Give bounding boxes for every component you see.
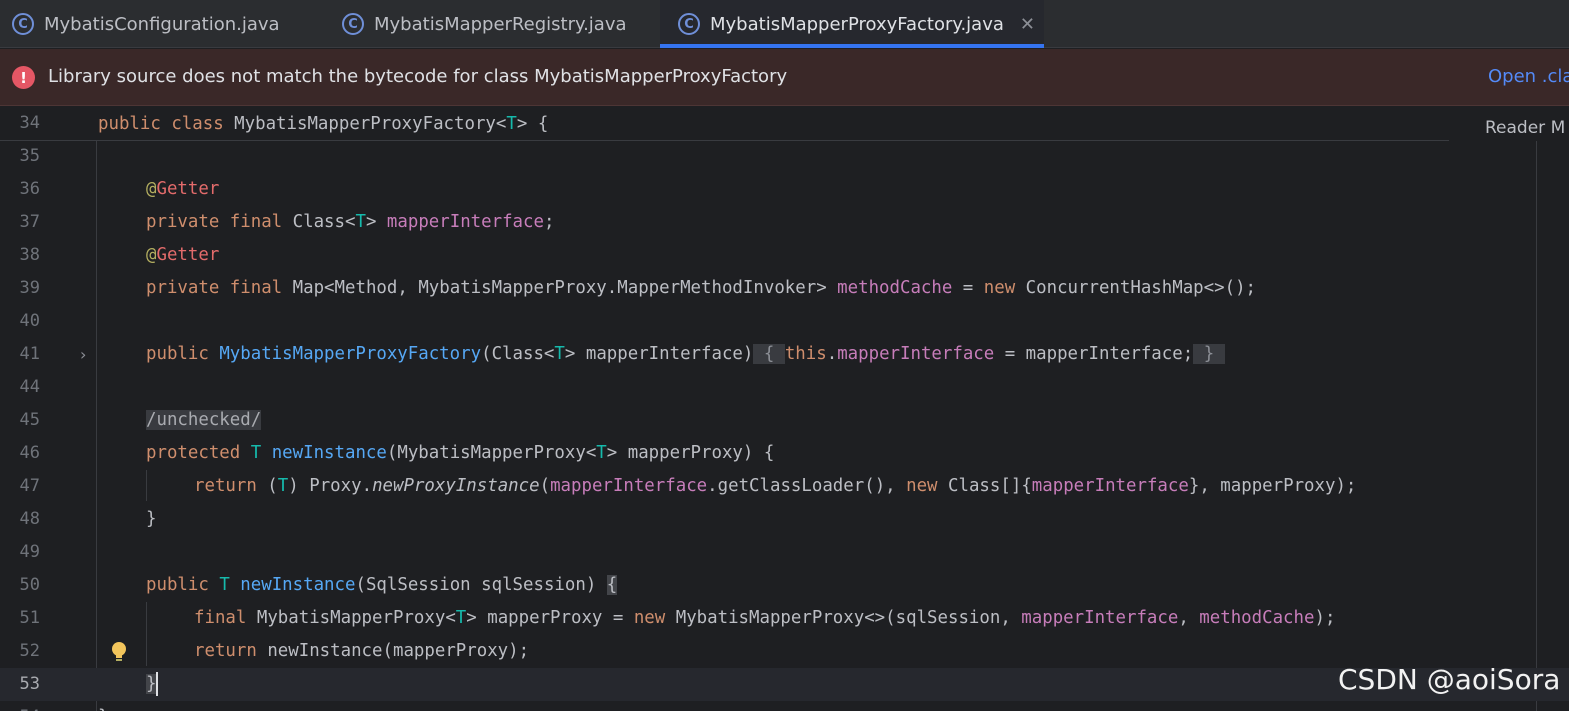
open-class-link[interactable]: Open .cla xyxy=(1488,66,1569,87)
code-text: public T newInstance(SqlSession sqlSessi… xyxy=(146,575,618,595)
code-text: } xyxy=(146,509,157,529)
line-number: 47 xyxy=(19,476,40,496)
line-number: 53 xyxy=(19,674,40,694)
code-line-38: 38 @Getter xyxy=(0,239,1569,272)
code-text: protected T newInstance(MybatisMapperPro… xyxy=(146,443,775,463)
code-line-44: 44 xyxy=(0,371,1569,404)
folded-comment: /unchecked/ xyxy=(146,410,262,430)
line-number: 48 xyxy=(19,509,40,529)
code-line-52: 52 return newInstance(mapperProxy); xyxy=(0,635,1569,668)
code-line-39: 39 private final Map<Method, MybatisMapp… xyxy=(0,272,1569,305)
banner-message: Library source does not match the byteco… xyxy=(48,66,788,87)
expand-fold-icon[interactable]: › xyxy=(80,338,86,371)
tab-mybatis-configuration[interactable]: C MybatisConfiguration.java xyxy=(0,0,330,48)
class-icon: C xyxy=(12,13,34,35)
code-editor[interactable]: 34 public class MybatisMapperProxyFactor… xyxy=(0,107,1569,711)
code-text: return (T) Proxy.newProxyInstance(mapper… xyxy=(194,476,1357,496)
code-line-40: 40 xyxy=(0,305,1569,338)
error-icon: ! xyxy=(12,66,35,89)
code-line-35: 35 xyxy=(0,140,1569,173)
code-line-54: 54 } xyxy=(0,701,1569,711)
class-icon: C xyxy=(678,13,700,35)
code-line-49: 49 xyxy=(0,536,1569,569)
class-icon: C xyxy=(342,13,364,35)
code-line-45: 45 /unchecked/ xyxy=(0,404,1569,437)
code-line-48: 48 } xyxy=(0,503,1569,536)
line-number: 38 xyxy=(19,245,40,265)
line-number: 49 xyxy=(19,542,40,562)
tab-mybatis-mapper-registry[interactable]: C MybatisMapperRegistry.java xyxy=(330,0,660,48)
line-number: 36 xyxy=(19,179,40,199)
watermark: CSDN @aoiSora xyxy=(1338,663,1561,696)
code-line-50: 50 public T newInstance(SqlSession sqlSe… xyxy=(0,569,1569,602)
code-text: } xyxy=(98,701,108,711)
code-text: @Getter xyxy=(146,179,220,199)
sticky-header-line: 34 public class MybatisMapperProxyFactor… xyxy=(0,107,1449,141)
code-text: public MybatisMapperProxyFactory(Class<T… xyxy=(146,344,1225,364)
close-icon[interactable]: ✕ xyxy=(1020,14,1035,35)
editor-tab-bar: C MybatisConfiguration.java C MybatisMap… xyxy=(0,0,1569,48)
code-text: @Getter xyxy=(146,245,220,265)
code-line-37: 37 private final Class<T> mapperInterfac… xyxy=(0,206,1569,239)
line-number: 41 xyxy=(19,344,40,364)
code-line-46: 46 protected T newInstance(MybatisMapper… xyxy=(0,437,1569,470)
code-text: return newInstance(mapperProxy); xyxy=(194,641,530,661)
line-number: 52 xyxy=(19,641,40,661)
line-number: 34 xyxy=(19,113,40,133)
code-line: public class MybatisMapperProxyFactory<T… xyxy=(98,114,549,134)
code-text: private final Map<Method, MybatisMapperP… xyxy=(146,278,1257,298)
line-number: 46 xyxy=(19,443,40,463)
code-text: final MybatisMapperProxy<T> mapperProxy … xyxy=(194,608,1336,628)
line-number: 35 xyxy=(19,146,40,166)
line-number: 39 xyxy=(19,278,40,298)
line-number: 37 xyxy=(19,212,40,232)
tab-label: MybatisMapperRegistry.java xyxy=(374,13,627,35)
line-number: 54 xyxy=(0,701,40,711)
source-mismatch-banner: ! Library source does not match the byte… xyxy=(0,49,1569,106)
line-number: 44 xyxy=(19,377,40,397)
code-text: } xyxy=(146,672,159,696)
tab-label: MybatisConfiguration.java xyxy=(44,13,280,35)
code-text: /unchecked/ xyxy=(146,404,262,437)
code-line-36: 36 @Getter xyxy=(0,173,1569,206)
line-number: 51 xyxy=(19,608,40,628)
code-line-51: 51 final MybatisMapperProxy<T> mapperPro… xyxy=(0,602,1569,635)
code-line-53-current: 53 } xyxy=(0,668,1569,701)
code-text: private final Class<T> mapperInterface; xyxy=(146,212,555,232)
tab-mybatis-mapper-proxy-factory[interactable]: C MybatisMapperProxyFactory.java ✕ xyxy=(660,0,1044,48)
line-number: 40 xyxy=(19,311,40,331)
reader-mode-button[interactable]: Reader M xyxy=(1449,107,1569,141)
line-number: 50 xyxy=(19,575,40,595)
code-line-41: 41 › public MybatisMapperProxyFactory(Cl… xyxy=(0,338,1569,371)
text-caret xyxy=(156,672,159,696)
lightbulb-icon[interactable] xyxy=(110,641,128,663)
tab-label: MybatisMapperProxyFactory.java xyxy=(710,13,1004,35)
code-line-47: 47 return (T) Proxy.newProxyInstance(map… xyxy=(0,470,1569,503)
line-number: 45 xyxy=(19,410,40,430)
